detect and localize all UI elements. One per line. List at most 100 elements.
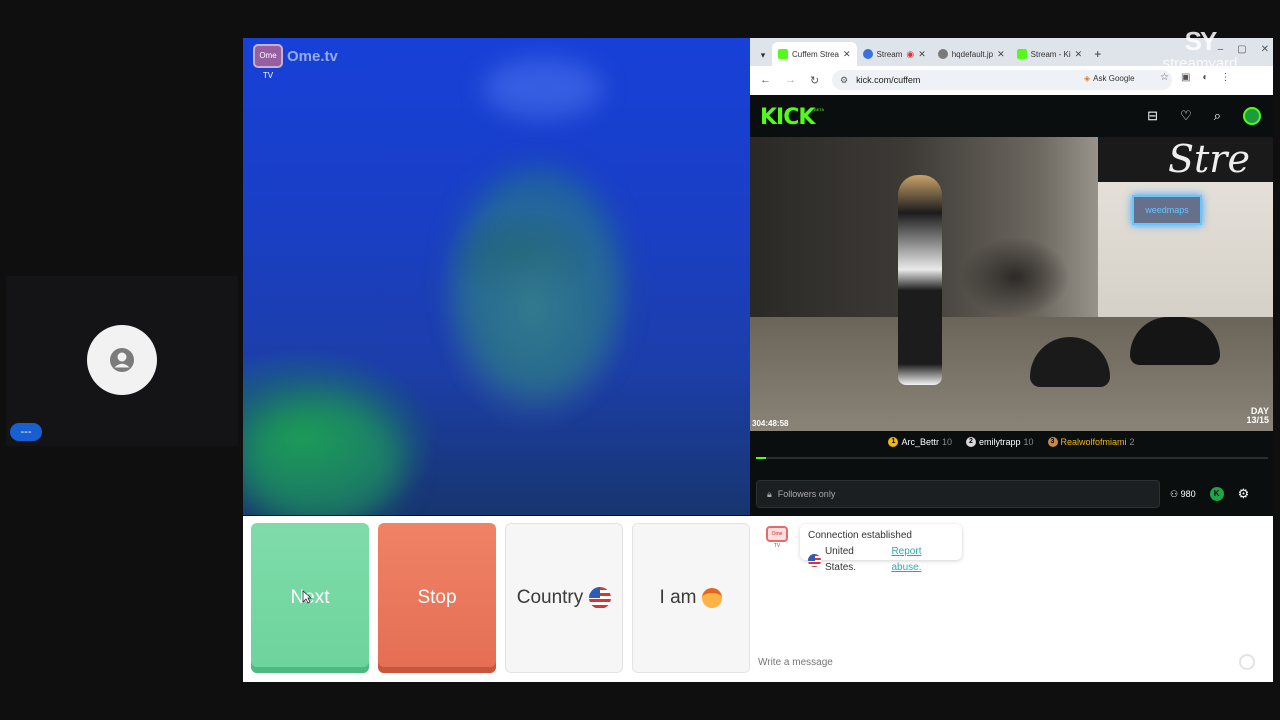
- system-message: Connection established United States. Re…: [800, 524, 962, 573]
- gifter-item[interactable]: 3 Realwolfofmiami 2: [1047, 437, 1135, 447]
- inbox-icon[interactable]: ⊟: [1147, 108, 1158, 124]
- tab-label: Stream - Ki: [1030, 49, 1071, 59]
- streamyard-watermark: SY streamyard: [1140, 26, 1260, 96]
- close-icon[interactable]: ✕: [1075, 49, 1083, 60]
- country-label: Country: [516, 587, 584, 608]
- users-icon: ⚇: [1170, 488, 1179, 499]
- message-input[interactable]: [758, 652, 1238, 672]
- user-icon: [110, 348, 134, 372]
- tab-label: Stream: [876, 49, 903, 59]
- stranger-country-row: United States. Report abuse.: [808, 544, 954, 576]
- browser-window: ▾ Cuffem Strea ✕ Stream ◉ ✕ hqdefault.jp…: [750, 38, 1273, 516]
- kick-header: KICK BETA ⊟ ♡ ⌕: [750, 95, 1273, 137]
- connection-status: Connection established: [808, 530, 912, 541]
- gifter-name: Arc_Bettr: [901, 437, 939, 447]
- lock-icon: 🔒︎: [767, 488, 772, 499]
- rank-badge: 2: [965, 437, 976, 447]
- user-avatar[interactable]: [1243, 107, 1261, 125]
- stop-label: Stop: [417, 587, 457, 608]
- day-counter: DAY 13/15: [1246, 407, 1269, 425]
- gifter-count: 10: [1023, 437, 1034, 447]
- ome-chat-panel: Ome TV Connection established United Sta…: [750, 516, 1273, 682]
- neon-sign: weedmaps: [1132, 195, 1202, 225]
- gender-button[interactable]: I am: [632, 523, 750, 673]
- kicks-icon[interactable]: K: [1209, 487, 1224, 501]
- back-icon[interactable]: ←: [760, 74, 771, 86]
- boy-emoji-icon: [702, 588, 723, 608]
- stream-favicon-icon: [862, 49, 873, 59]
- tab-label: hqdefault.jp: [951, 49, 994, 59]
- new-tab-button[interactable]: +: [1088, 42, 1107, 66]
- gifter-count: 10: [941, 437, 952, 447]
- viewer-count: 980: [1180, 488, 1196, 499]
- kick-chat-input-row: 🔒︎ Followers only ⚇ 980 K ⚙: [750, 480, 1273, 516]
- us-flag-icon: [808, 553, 821, 567]
- gifter-count: 2: [1129, 437, 1135, 447]
- kick-favicon-icon: [778, 49, 788, 59]
- kick-nav: ⊟ ♡ ⌕: [1147, 107, 1261, 125]
- ome-controls: Next Stop Country I am: [243, 516, 750, 682]
- close-icon[interactable]: ✕: [843, 49, 851, 60]
- gifter-name: emilytrapp: [978, 437, 1021, 447]
- day-value: 13/15: [1246, 415, 1269, 425]
- streamyard-logo: SY: [1184, 26, 1218, 56]
- tab-label: Cuffem Strea: [792, 49, 839, 59]
- stop-button[interactable]: Stop: [378, 523, 496, 673]
- ask-google-button[interactable]: ◈ Ask Google: [1084, 74, 1135, 83]
- top-gifters-bar: 1 Arc_Bettr 10 2 emilytrapp 10 3 Realwol…: [750, 431, 1273, 453]
- report-abuse-link[interactable]: Report abuse.: [891, 544, 954, 576]
- plus-icon: +: [1094, 47, 1102, 61]
- followers-only-chat-input[interactable]: 🔒︎ Followers only: [756, 480, 1160, 508]
- url-text: kick.com/cuffem: [856, 75, 921, 85]
- stream-sign: Stre: [1098, 137, 1273, 182]
- tab-stream[interactable]: Stream ◉ ✕: [857, 42, 932, 66]
- kick-chat-tools: ⚇ 980 K ⚙: [1170, 486, 1249, 502]
- viewers[interactable]: ⚇ 980: [1170, 489, 1196, 500]
- i-am-label: I am: [659, 587, 697, 608]
- kick-favicon-icon: [1016, 49, 1027, 59]
- gifter-item[interactable]: 1 Arc_Bettr 10: [888, 437, 952, 447]
- ome-logo: Ome TV Ome.tv: [253, 44, 338, 80]
- ome-logo-text: Ome.tv: [287, 47, 338, 65]
- search-icon[interactable]: ⌕: [1214, 108, 1221, 124]
- emoji-picker-icon[interactable]: [1239, 654, 1255, 670]
- us-flag-icon: [589, 587, 612, 609]
- rank-badge: 3: [1047, 437, 1058, 447]
- goal-progress-bar: [756, 457, 1268, 459]
- video-blur-region: [453, 168, 623, 398]
- close-icon[interactable]: ✕: [997, 49, 1005, 60]
- stream-video[interactable]: Stre weedmaps 304:48:58 DAY 13/15: [750, 137, 1273, 431]
- streamyard-text: streamyard: [1162, 55, 1238, 72]
- country-button[interactable]: Country: [505, 523, 623, 673]
- rank-badge: 1: [888, 437, 899, 447]
- tab-stream-kick[interactable]: Stream - Ki ✕: [1011, 42, 1089, 66]
- video-blur-region: [243, 398, 403, 515]
- google-lens-icon: ◈: [1084, 74, 1091, 83]
- ome-chat-logo: Ome TV: [766, 526, 788, 549]
- reload-icon[interactable]: ↻: [810, 74, 819, 87]
- stage: --- Ome TV Ome.tv ▾ Cuffem Strea ✕ Strea…: [0, 0, 1280, 720]
- forward-icon[interactable]: →: [785, 74, 796, 86]
- video-person: [898, 175, 942, 385]
- site-info-icon[interactable]: ⚙: [840, 75, 848, 86]
- recording-icon: ◉: [906, 48, 915, 59]
- mouse-cursor-icon: [302, 590, 312, 604]
- tab-kick-cuffem[interactable]: Cuffem Strea ✕: [772, 42, 857, 66]
- settings-gear-icon[interactable]: ⚙: [1238, 486, 1250, 502]
- goal-progress-fill: [756, 457, 767, 459]
- gifter-item[interactable]: 2 emilytrapp 10: [965, 437, 1034, 447]
- tab-search-chevron-icon[interactable]: ▾: [754, 44, 772, 66]
- heart-icon[interactable]: ♡: [1180, 108, 1192, 124]
- video-crowd: [960, 237, 1070, 317]
- ome-tv-icon: Ome TV: [253, 44, 283, 80]
- tab-hqdefault[interactable]: hqdefault.jp ✕: [932, 42, 1011, 66]
- ask-google-label: Ask Google: [1093, 74, 1135, 83]
- chat-placeholder: Followers only: [777, 489, 836, 499]
- close-window-icon[interactable]: ✕: [1261, 44, 1269, 55]
- participant-avatar[interactable]: [87, 325, 157, 395]
- close-icon[interactable]: ✕: [918, 49, 926, 60]
- kick-beta-label: BETA: [814, 107, 825, 112]
- kick-logo[interactable]: KICK: [760, 105, 815, 130]
- kick-page: KICK BETA ⊟ ♡ ⌕ Stre weedmaps 304:48:58: [750, 95, 1273, 516]
- gifter-name: Realwolfofmiami: [1060, 437, 1127, 447]
